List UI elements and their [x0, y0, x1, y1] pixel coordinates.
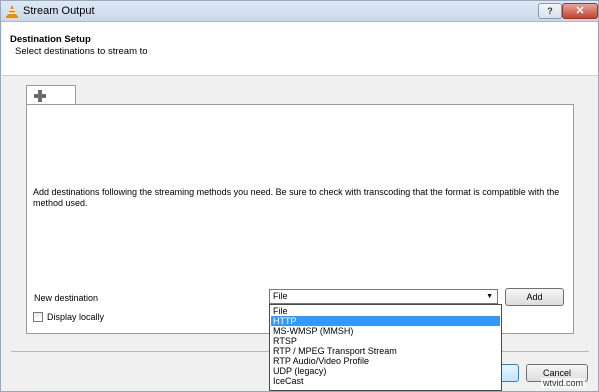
title-bar[interactable]: Stream Output ? ✕: [1, 1, 598, 22]
plus-icon: [34, 90, 46, 102]
dropdown-option-rtp-mpeg-ts[interactable]: RTP / MPEG Transport Stream: [271, 346, 500, 356]
new-destination-label: New destination: [34, 293, 99, 303]
window-title: Stream Output: [23, 5, 95, 17]
dropdown-option-ms-wmsp[interactable]: MS-WMSP (MMSH): [271, 326, 500, 336]
page-title: Destination Setup: [10, 34, 91, 45]
vlc-cone-icon: [6, 5, 18, 18]
display-locally-label[interactable]: Display locally: [47, 312, 104, 322]
destination-dropdown-list[interactable]: File HTTP MS-WMSP (MMSH) RTSP RTP / MPEG…: [269, 304, 502, 391]
dropdown-option-file[interactable]: File: [271, 306, 500, 316]
header-panel: Destination Setup Select destinations to…: [2, 22, 598, 76]
dropdown-option-rtsp[interactable]: RTSP: [271, 336, 500, 346]
dropdown-option-http[interactable]: HTTP: [271, 316, 500, 326]
display-locally-checkbox[interactable]: [33, 312, 43, 322]
add-button[interactable]: Add: [505, 288, 564, 306]
description-text: Add destinations following the streaming…: [33, 187, 560, 208]
chevron-down-icon: ▼: [486, 293, 493, 300]
watermark: wtvid.com: [541, 378, 586, 388]
page-subtitle: Select destinations to stream to: [15, 46, 148, 57]
tab-add-destination[interactable]: [26, 85, 76, 105]
dropdown-option-rtp-av-profile[interactable]: RTP Audio/Video Profile: [271, 356, 500, 366]
help-button[interactable]: ?: [538, 3, 562, 19]
destination-select-value: File: [273, 291, 288, 301]
close-button[interactable]: ✕: [562, 3, 598, 19]
dropdown-option-udp-legacy[interactable]: UDP (legacy): [271, 366, 500, 376]
dropdown-option-icecast[interactable]: IceCast: [271, 376, 500, 386]
stream-output-window: Stream Output ? ✕ Destination Setup Sele…: [0, 0, 599, 392]
destination-select[interactable]: File ▼: [269, 289, 498, 304]
